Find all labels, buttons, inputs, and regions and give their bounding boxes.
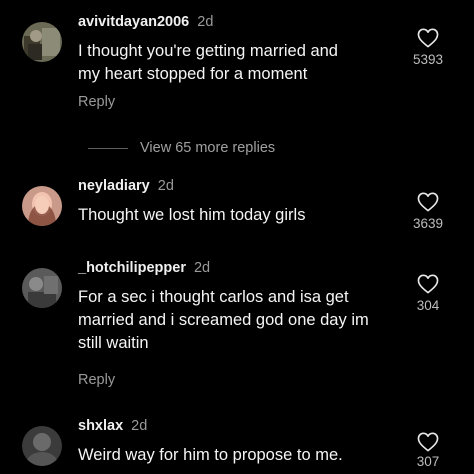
username[interactable]: shxlax	[78, 418, 123, 434]
comment-line: my heart stopped for a moment	[78, 65, 308, 83]
heart-outline-icon	[417, 192, 439, 212]
divider-line	[88, 147, 128, 149]
username[interactable]: avivitdayan2006	[78, 14, 189, 30]
username[interactable]: neyladiary	[78, 178, 150, 194]
comment-text: Weird way for him to propose to me.	[78, 444, 378, 467]
heart-outline-icon	[417, 432, 439, 452]
reply-button[interactable]: Reply	[78, 372, 115, 388]
like-count: 3639	[412, 216, 444, 231]
like-button[interactable]: 5393	[408, 28, 448, 67]
like-count: 304	[416, 298, 440, 313]
reply-button[interactable]: Reply	[78, 94, 115, 110]
comment-meta: neyladiary 2d	[78, 178, 174, 194]
comment-line: married and i screamed god one day im	[78, 311, 369, 329]
comment-meta: avivitdayan2006 2d	[78, 14, 213, 30]
comment-time: 2d	[157, 178, 174, 194]
comment-meta: shxlax 2d	[78, 418, 147, 434]
comment-text: I thought you're getting married and my …	[78, 40, 378, 86]
view-more-replies[interactable]: View 65 more replies	[88, 138, 275, 158]
profile-photo-icon	[22, 268, 62, 308]
profile-photo-icon	[22, 22, 62, 62]
avatar[interactable]	[22, 22, 62, 62]
profile-photo-icon	[22, 186, 62, 226]
comment-line: I thought you're getting married and	[78, 42, 338, 60]
view-more-label: View 65 more replies	[140, 140, 276, 156]
avatar[interactable]	[22, 426, 62, 466]
comment-time: 2d	[193, 260, 211, 276]
avatar[interactable]	[22, 186, 62, 226]
comment-line: Weird way for him to propose to me.	[78, 446, 343, 464]
heart-outline-icon	[417, 274, 439, 294]
comment-line: still waitin	[78, 334, 149, 352]
comment-time: 2d	[131, 418, 148, 434]
like-count: 5393	[412, 52, 444, 67]
comment-meta: _hotchilipepper 2d	[78, 260, 210, 276]
username[interactable]: _hotchilipepper	[78, 260, 186, 276]
comment-line: For a sec i thought carlos and isa get	[78, 288, 349, 306]
comment-text: For a sec i thought carlos and isa get m…	[78, 286, 378, 355]
like-count: 307	[416, 454, 440, 469]
profile-photo-icon	[22, 426, 62, 466]
heart-outline-icon	[417, 28, 439, 48]
comment-time: 2d	[197, 14, 214, 30]
like-button[interactable]: 307	[408, 432, 448, 469]
comment-line: Thought we lost him today girls	[78, 206, 306, 224]
avatar[interactable]	[22, 268, 62, 308]
like-button[interactable]: 3639	[408, 192, 448, 231]
comment-text: Thought we lost him today girls	[78, 204, 378, 227]
like-button[interactable]: 304	[408, 274, 448, 313]
